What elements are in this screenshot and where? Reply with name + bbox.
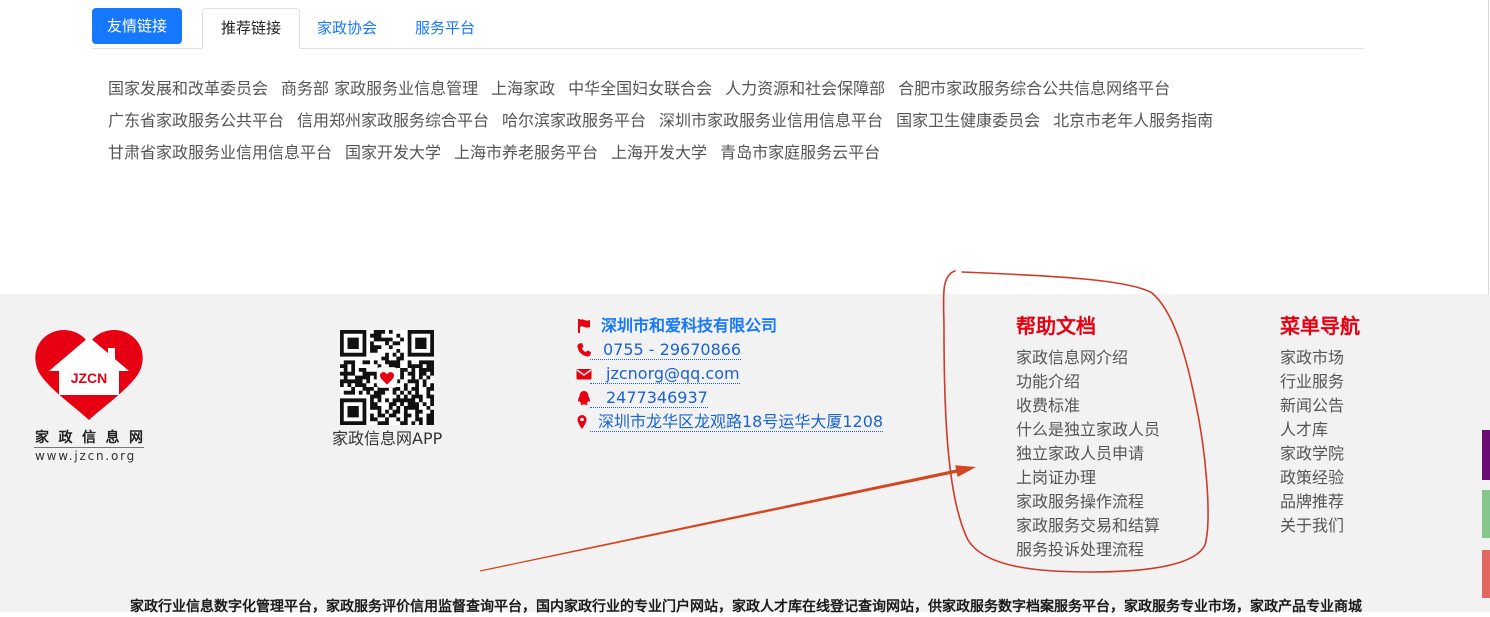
help-item[interactable]: 功能介绍	[1016, 370, 1080, 394]
link-row: 广东省家政服务公共平台 信用郑州家政服务综合平台 哈尔滨家政服务平台 深圳市家政…	[108, 109, 1213, 133]
menu-nav-title: 菜单导航	[1280, 314, 1360, 338]
link-item[interactable]: 商务部 家政服务业信息管理	[281, 77, 478, 101]
menu-item[interactable]: 家政市场	[1280, 346, 1344, 370]
side-float-button[interactable]	[1482, 550, 1490, 598]
logo-badge-text: JZCN	[71, 370, 108, 386]
page-edge-line	[1488, 0, 1489, 294]
menu-item[interactable]: 关于我们	[1280, 514, 1344, 538]
link-item[interactable]: 国家开发大学	[345, 141, 441, 165]
email-link[interactable]: jzcnorg@qq.com	[590, 364, 740, 384]
help-item[interactable]: 独立家政人员申请	[1016, 442, 1144, 466]
address-link[interactable]: 深圳市龙华区龙观路18号运华大厦1208	[590, 412, 884, 432]
link-row: 国家发展和改革委员会 商务部 家政服务业信息管理 上海家政 中华全国妇女联合会 …	[108, 77, 1170, 101]
link-item[interactable]: 青岛市家庭服务云平台	[720, 141, 880, 165]
link-item[interactable]: 国家卫生健康委员会	[896, 109, 1040, 133]
flag-icon	[578, 319, 590, 333]
link-item[interactable]: 上海家政	[491, 77, 555, 101]
tab-service-platform[interactable]: 服务平台	[415, 8, 475, 48]
link-item[interactable]: 广东省家政服务公共平台	[108, 109, 284, 133]
help-item[interactable]: 收费标准	[1016, 394, 1080, 418]
menu-item[interactable]: 行业服务	[1280, 370, 1344, 394]
logo-divider	[34, 447, 144, 448]
link-item[interactable]: 中华全国妇女联合会	[568, 77, 712, 101]
menu-item[interactable]: 政策经验	[1280, 466, 1344, 490]
link-item[interactable]: 上海市养老服务平台	[454, 141, 598, 165]
side-float-button[interactable]	[1482, 430, 1490, 480]
phone-link[interactable]: 0755 - 29670866	[590, 340, 742, 360]
help-docs-title: 帮助文档	[1016, 314, 1096, 338]
link-item[interactable]: 人力资源和社会保障部	[725, 77, 885, 101]
menu-item[interactable]: 家政学院	[1280, 442, 1344, 466]
qq-link[interactable]: 2477346937	[590, 388, 708, 408]
link-item[interactable]: 合肥市家政服务综合公共信息网络平台	[898, 77, 1170, 101]
help-item[interactable]: 家政服务交易和结算	[1016, 514, 1160, 538]
logo-site-name: 家政信息网	[35, 430, 153, 446]
link-item[interactable]: 北京市老年人服务指南	[1053, 109, 1213, 133]
tab-recommended-links[interactable]: 推荐链接	[202, 8, 300, 49]
company-name-link[interactable]: 深圳市和爱科技有限公司	[601, 314, 777, 338]
footer	[0, 294, 1490, 612]
app-qr-code	[340, 330, 434, 425]
logo-domain: www.jzcn.org	[35, 449, 137, 463]
help-item[interactable]: 家政信息网介绍	[1016, 346, 1128, 370]
jzcn-logo[interactable]: JZCN	[34, 328, 144, 422]
help-item[interactable]: 什么是独立家政人员	[1016, 418, 1160, 442]
menu-item[interactable]: 新闻公告	[1280, 394, 1344, 418]
side-float-button[interactable]	[1482, 490, 1490, 538]
menu-item[interactable]: 品牌推荐	[1280, 490, 1344, 514]
link-item[interactable]: 信用郑州家政服务综合平台	[297, 109, 489, 133]
link-row: 甘肃省家政服务业信用信息平台 国家开发大学 上海市养老服务平台 上海开发大学 青…	[108, 141, 880, 165]
link-item[interactable]: 上海开发大学	[611, 141, 707, 165]
help-item[interactable]: 服务投诉处理流程	[1016, 538, 1144, 562]
link-item[interactable]: 甘肃省家政服务业信用信息平台	[108, 141, 332, 165]
link-item[interactable]: 深圳市家政服务业信用信息平台	[659, 109, 883, 133]
footer-tagline: 家政行业信息数字化管理平台，家政服务评价信用监督查询平台，国内家政行业的专业门户…	[130, 599, 1362, 615]
qr-caption: 家政信息网APP	[332, 429, 443, 448]
help-item[interactable]: 家政服务操作流程	[1016, 490, 1144, 514]
friend-links-button[interactable]: 友情链接	[92, 8, 182, 44]
link-item[interactable]: 国家发展和改革委员会	[108, 77, 268, 101]
tab-association[interactable]: 家政协会	[317, 8, 377, 48]
menu-item[interactable]: 人才库	[1280, 418, 1328, 442]
help-item[interactable]: 上岗证办理	[1016, 466, 1096, 490]
link-item[interactable]: 哈尔滨家政服务平台	[502, 109, 646, 133]
